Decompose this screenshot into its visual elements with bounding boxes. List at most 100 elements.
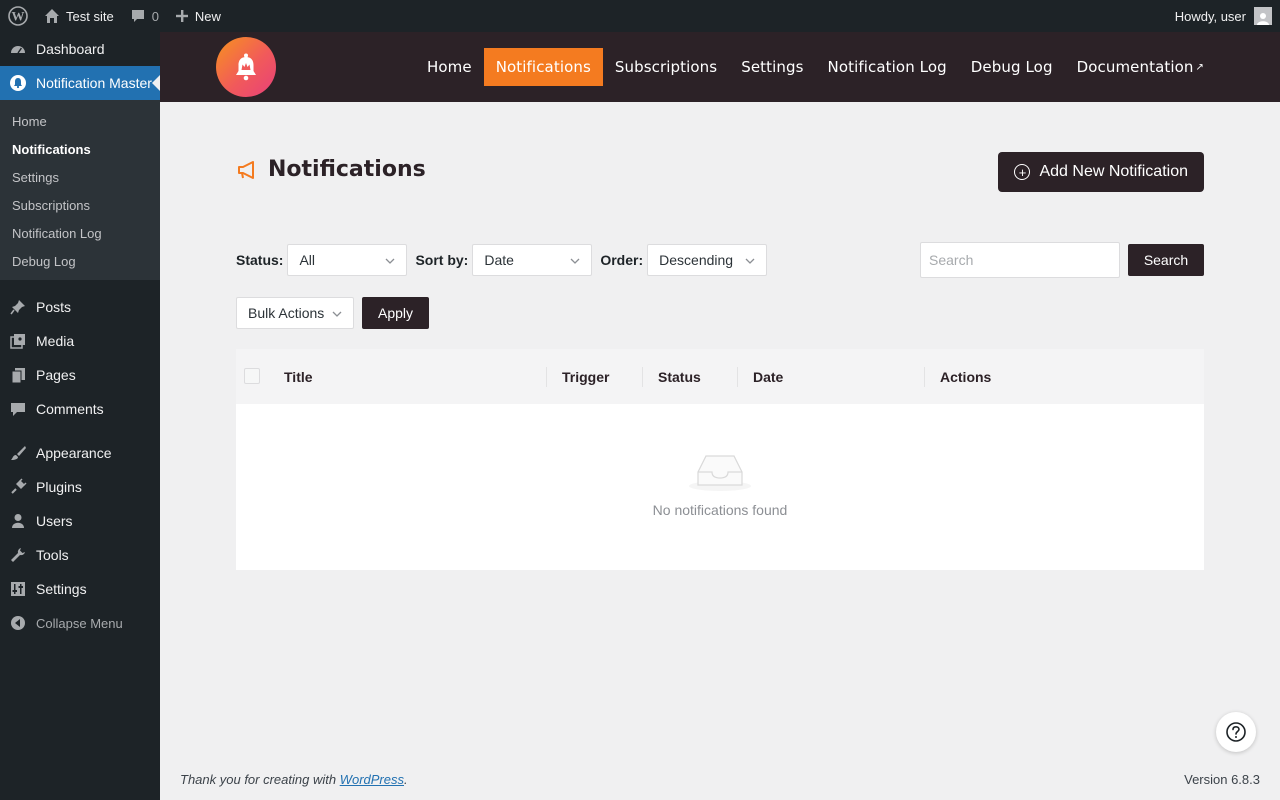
pushpin-icon (8, 297, 28, 317)
user-icon (8, 511, 28, 531)
wordpress-logo-icon[interactable]: W (0, 0, 36, 32)
menu-appearance[interactable]: Appearance (0, 436, 160, 470)
submenu-notification-log[interactable]: Notification Log (0, 219, 160, 247)
footer-thanks-suffix: . (404, 772, 408, 787)
search-input[interactable] (920, 242, 1120, 278)
column-trigger[interactable]: Trigger (562, 349, 609, 404)
nav-notifications[interactable]: Notifications (483, 48, 603, 86)
bell-icon (8, 73, 28, 93)
plugin-icon (8, 477, 28, 497)
nav-documentation[interactable]: Documentation ↗ (1065, 48, 1216, 86)
menu-comments[interactable]: Comments (0, 392, 160, 426)
bulk-actions-value: Bulk Actions (248, 305, 325, 321)
collapse-menu-button[interactable]: Collapse Menu (0, 606, 160, 640)
nav-debug-log[interactable]: Debug Log (959, 48, 1065, 86)
comment-icon (130, 8, 146, 24)
nav-home[interactable]: Home (415, 48, 484, 86)
plus-circle-icon: + (1014, 164, 1031, 180)
plugin-header: Home Notifications Subscriptions Setting… (160, 32, 1280, 102)
sort-by-select[interactable]: Date (472, 244, 593, 276)
dashboard-icon (8, 39, 28, 59)
select-all-checkbox[interactable] (244, 368, 260, 384)
notifications-table: Title Trigger Status Date Actions No not… (236, 349, 1204, 570)
menu-appearance-label: Appearance (36, 445, 112, 461)
menu-notification-master[interactable]: Notification Master (0, 66, 160, 100)
column-date[interactable]: Date (753, 349, 783, 404)
chevron-down-icon (332, 311, 342, 317)
svg-text:W: W (12, 9, 25, 24)
menu-comments-label: Comments (36, 401, 104, 417)
status-select[interactable]: All (287, 244, 408, 276)
bulk-actions-select[interactable]: Bulk Actions (236, 297, 354, 329)
wrench-icon (8, 545, 28, 565)
new-label: New (194, 8, 221, 24)
comments-link[interactable]: 0 (122, 0, 167, 32)
menu-pages[interactable]: Pages (0, 358, 160, 392)
search-box: Search (920, 242, 1204, 278)
external-link-icon: ↗ (1195, 61, 1204, 73)
menu-dashboard-label: Dashboard (36, 41, 105, 57)
menu-separator (0, 280, 160, 290)
admin-bar: W Test site 0 New Howdy, user (0, 0, 1280, 32)
megaphone-icon (236, 159, 258, 181)
bell-icon (236, 53, 256, 81)
order-label: Order: (600, 252, 644, 268)
chevron-down-icon (745, 258, 755, 264)
avatar (1254, 7, 1272, 25)
submenu-settings[interactable]: Settings (0, 163, 160, 191)
menu-posts-label: Posts (36, 299, 72, 315)
empty-inbox-icon (689, 455, 751, 491)
site-name-link[interactable]: Test site (36, 0, 122, 32)
new-content-link[interactable]: New (167, 0, 229, 32)
chevron-down-icon (385, 258, 395, 264)
search-button[interactable]: Search (1128, 244, 1204, 276)
paintbrush-icon (8, 443, 28, 463)
submenu-notifications[interactable]: Notifications (0, 135, 160, 163)
chevron-down-icon (570, 258, 580, 264)
media-icon (8, 331, 28, 351)
nav-subscriptions[interactable]: Subscriptions (603, 48, 729, 86)
plus-icon (175, 9, 189, 23)
menu-pages-label: Pages (36, 367, 76, 383)
settings-sliders-icon (8, 579, 28, 599)
menu-users[interactable]: Users (0, 504, 160, 538)
menu-notification-master-label: Notification Master (36, 75, 152, 91)
menu-tools[interactable]: Tools (0, 538, 160, 572)
plugin-logo[interactable] (216, 37, 276, 97)
page-title-text: Notifications (268, 157, 426, 182)
menu-posts[interactable]: Posts (0, 290, 160, 324)
column-status[interactable]: Status (658, 349, 701, 404)
apply-button[interactable]: Apply (362, 297, 429, 329)
column-divider (737, 367, 738, 387)
submenu-subscriptions[interactable]: Subscriptions (0, 191, 160, 219)
filters-bar: Status: All Sort by: Date Order: Descend… (236, 242, 1204, 278)
empty-state: No notifications found (236, 404, 1204, 570)
menu-media[interactable]: Media (0, 324, 160, 358)
comments-count: 0 (151, 8, 159, 24)
site-name: Test site (66, 8, 114, 24)
column-title[interactable]: Title (284, 349, 313, 404)
greeting: Howdy, user (1174, 8, 1246, 24)
nav-settings[interactable]: Settings (729, 48, 815, 86)
empty-state-text: No notifications found (652, 502, 788, 518)
table-header: Title Trigger Status Date Actions (236, 349, 1204, 404)
help-button[interactable] (1216, 712, 1256, 752)
comment-icon (8, 399, 28, 419)
sort-by-select-value: Date (484, 252, 514, 268)
submenu-home[interactable]: Home (0, 107, 160, 135)
menu-dashboard[interactable]: Dashboard (0, 32, 160, 66)
menu-media-label: Media (36, 333, 75, 349)
nav-notification-log[interactable]: Notification Log (816, 48, 959, 86)
my-account[interactable]: Howdy, user (1167, 0, 1280, 32)
column-divider (546, 367, 547, 387)
menu-plugins[interactable]: Plugins (0, 470, 160, 504)
add-new-notification-button[interactable]: + Add New Notification (998, 152, 1204, 192)
menu-users-label: Users (36, 513, 73, 529)
order-select[interactable]: Descending (647, 244, 768, 276)
admin-sidebar: Dashboard Notification Master Home Notif… (0, 32, 160, 800)
page-title-row: Notifications + Add New Notification (236, 152, 1204, 192)
submenu-debug-log[interactable]: Debug Log (0, 247, 160, 275)
wordpress-link[interactable]: WordPress (340, 772, 404, 787)
pages-icon (8, 365, 28, 385)
menu-settings[interactable]: Settings (0, 572, 160, 606)
